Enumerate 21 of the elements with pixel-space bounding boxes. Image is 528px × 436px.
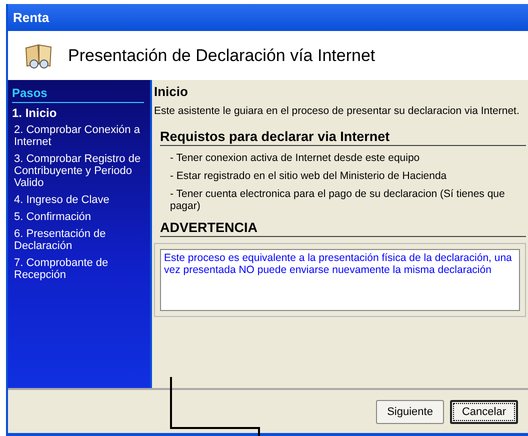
warning-text: Este proceso es equivalente a la presentación física de la declaración, una vez presentada NO puede enviarse nuevamente la misma declaración (164, 252, 512, 276)
wizard-title: Presentación de Declaración vía Internet (68, 46, 376, 66)
window-title: Renta (8, 4, 528, 31)
requirement-text: - Tener cuenta electronica para el pago de su declaracion (Sí tienes que pagar) (170, 188, 506, 212)
step-item: 1. Inicio (12, 107, 58, 119)
wizard-button[interactable]: Cancelar (450, 400, 518, 424)
wizard-button[interactable]: Siguiente (376, 400, 444, 424)
step-item: 5. Confirmación (13, 211, 92, 223)
step-item: 2. Comprobar Conexión a Internet (13, 124, 141, 148)
section-title: Inicio (154, 84, 189, 99)
step-item: 6. Presentación de Declaración (13, 228, 107, 252)
book-icon (24, 42, 54, 70)
requirement-text: - Estar registrado en el sitio web del Ministerio de Hacienda (170, 170, 448, 182)
warning-heading: ADVERTENCIA (160, 220, 526, 237)
requirement-text: - Tener conexion activa de Internet desde este equipo (170, 152, 421, 164)
intro-text: Este asistente le guiara en el proceso de presentar su declaracion via Internet. (154, 105, 520, 117)
step-item: 3. Comprobar Registro de Contribuyente y Periodo Valido (13, 153, 142, 189)
steps-title: Pasos (12, 86, 144, 103)
step-item: 4. Ingreso de Clave (13, 194, 110, 206)
requirements-heading: Requistos para declarar via Internet (160, 129, 526, 146)
step-item: 7. Comprobante de Recepción (13, 257, 110, 281)
